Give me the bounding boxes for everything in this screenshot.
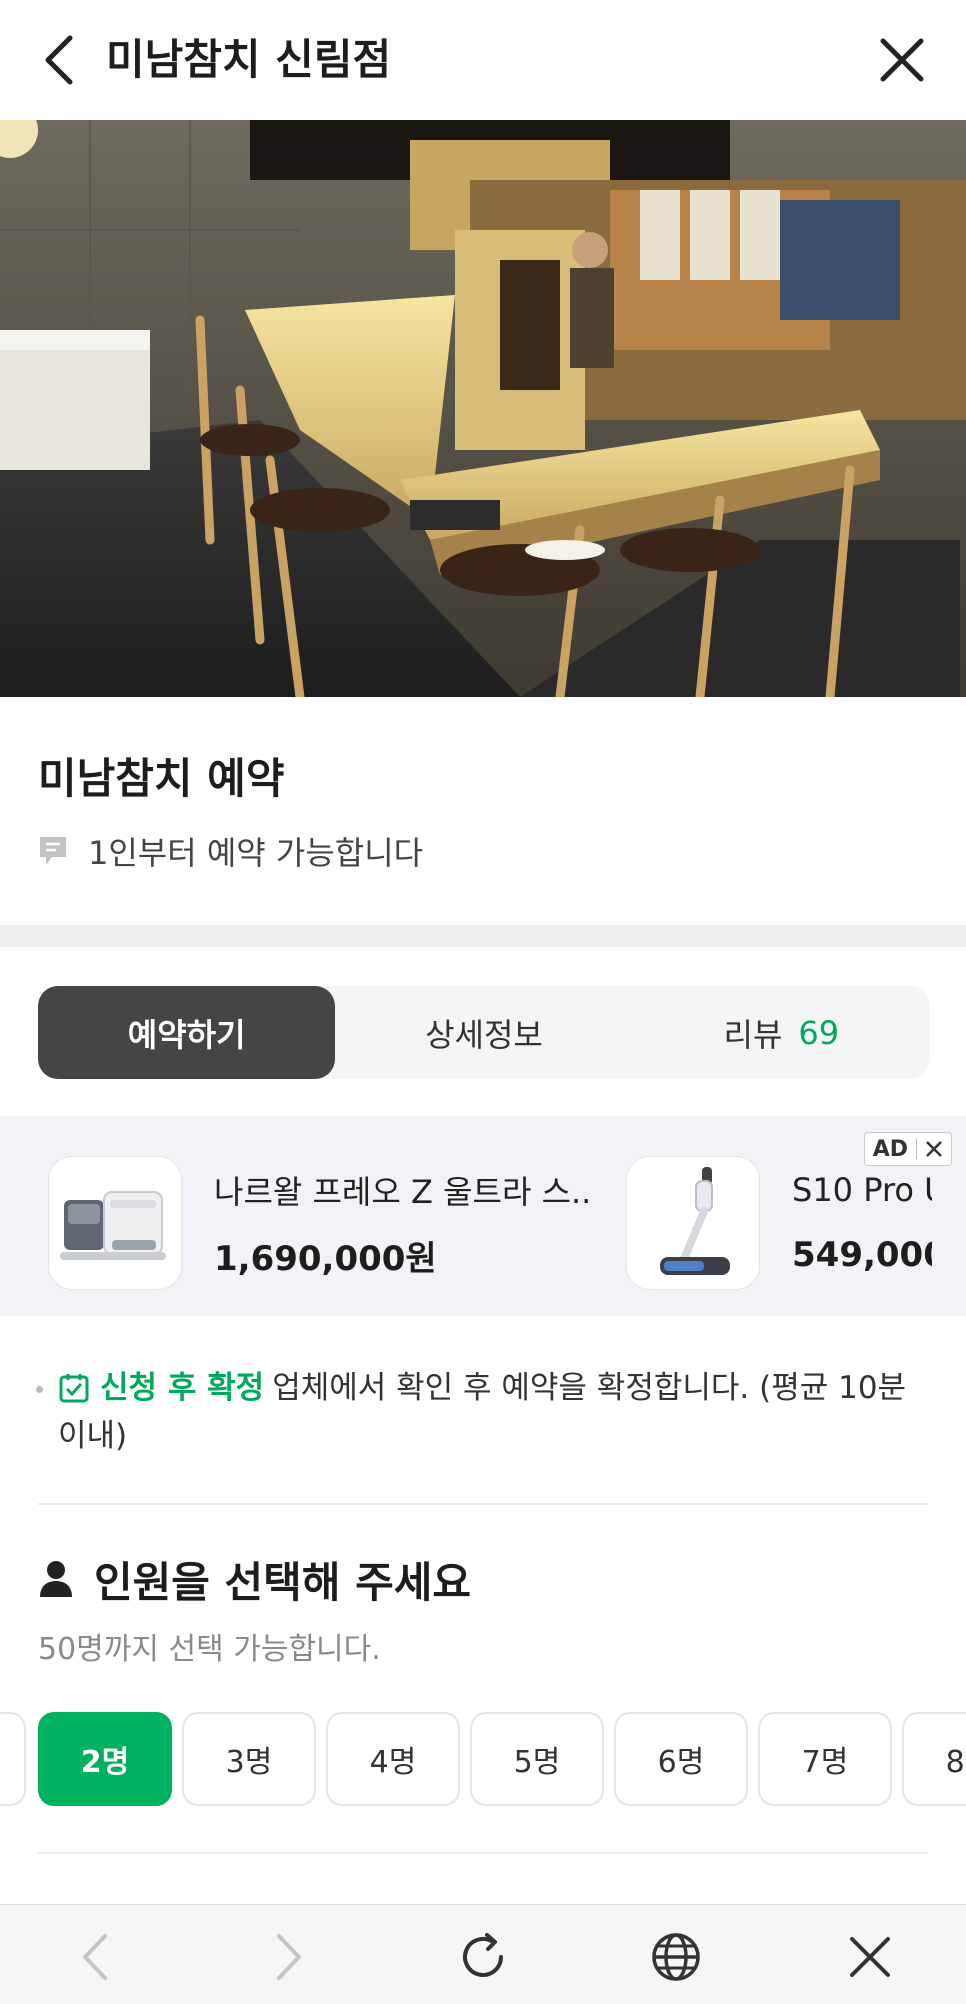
person-icon bbox=[40, 1561, 72, 1597]
calendar-check-icon bbox=[59, 1374, 89, 1403]
confirmation-notice: 신청 후 확정 업체에서 확인 후 예약을 확정합니다. (평균 10분 이내) bbox=[36, 1364, 928, 1460]
section-divider bbox=[0, 925, 966, 947]
ad-badge[interactable]: AD bbox=[863, 1132, 952, 1166]
option-label: 2명 bbox=[80, 1745, 130, 1780]
option-label: 5명 bbox=[513, 1745, 561, 1780]
ad-banner: 나르왈 프레오 Z 울트라 스... 1,690,000원 S10 Pro U … bbox=[0, 1116, 966, 1316]
reload-icon bbox=[463, 1933, 503, 1977]
ad-label: AD bbox=[872, 1136, 908, 1162]
ad-product-name: 나르왈 프레오 Z 울트라 스... bbox=[214, 1172, 594, 1211]
browser-back-button[interactable] bbox=[62, 1925, 126, 1989]
divider bbox=[38, 1852, 928, 1854]
browser-toolbar bbox=[0, 1904, 966, 2004]
robot-vacuum-icon bbox=[48, 1156, 182, 1290]
tab-label: 상세정보 bbox=[425, 1015, 543, 1054]
ad-product-price: 1,690,000원 bbox=[214, 1238, 437, 1279]
stick-vacuum-icon bbox=[626, 1156, 760, 1290]
confirm-type: 신청 후 확정 bbox=[100, 1370, 265, 1406]
ad-item[interactable]: S10 Pro U 549,000원 bbox=[626, 1156, 932, 1290]
ad-product-price: 549,000원 bbox=[792, 1234, 932, 1275]
bullet bbox=[36, 1386, 43, 1393]
ad-badge-separator bbox=[916, 1139, 917, 1159]
party-option[interactable]: 6명 bbox=[614, 1712, 748, 1806]
party-option[interactable]: 7명 bbox=[758, 1712, 892, 1806]
party-option-selected[interactable]: 2명 bbox=[38, 1712, 172, 1806]
browser-globe-button[interactable] bbox=[644, 1925, 708, 1989]
party-option[interactable]: 1명 bbox=[0, 1712, 26, 1806]
party-option[interactable]: 4명 bbox=[326, 1712, 460, 1806]
back-button[interactable] bbox=[34, 30, 82, 90]
browser-reload-button[interactable] bbox=[451, 1925, 515, 1989]
booking-note-text: 1인부터 예약 가능합니다 bbox=[88, 834, 424, 872]
option-label: 7명 bbox=[801, 1745, 849, 1780]
browser-forward-button[interactable] bbox=[258, 1925, 322, 1989]
tab-reviews[interactable]: 리뷰 69 bbox=[633, 986, 930, 1079]
ad-item[interactable]: 나르왈 프레오 Z 울트라 스... 1,690,000원 bbox=[48, 1156, 594, 1290]
option-label: 8명 bbox=[945, 1745, 966, 1780]
review-count: 69 bbox=[798, 1013, 840, 1052]
option-label: 6명 bbox=[657, 1745, 705, 1780]
close-icon bbox=[926, 1141, 942, 1157]
globe-icon bbox=[652, 1933, 700, 1981]
tab-label: 예약하기 bbox=[127, 1015, 246, 1054]
tab-label: 리뷰 bbox=[723, 1015, 783, 1054]
party-size-subtitle: 50명까지 선택 가능합니다. bbox=[38, 1632, 381, 1667]
tab-bar: 예약하기 상세정보 리뷰 69 bbox=[38, 986, 930, 1079]
close-icon bbox=[880, 38, 924, 82]
party-option[interactable]: 8명 bbox=[902, 1712, 966, 1806]
chevron-right-icon bbox=[277, 1934, 301, 1980]
party-option[interactable]: 5명 bbox=[470, 1712, 604, 1806]
shop-info: 미남참치 예약 1인부터 예약 가능합니다 bbox=[0, 697, 966, 925]
option-label: 3명 bbox=[225, 1745, 273, 1780]
browser-close-button[interactable] bbox=[838, 1925, 902, 1989]
page-title: 미남참치 신림점 bbox=[106, 35, 392, 84]
memo-icon bbox=[38, 835, 68, 867]
chevron-left-icon bbox=[45, 35, 73, 85]
restaurant-photo[interactable] bbox=[0, 120, 966, 697]
party-option[interactable]: 3명 bbox=[182, 1712, 316, 1806]
booking-note: 1인부터 예약 가능합니다 bbox=[38, 829, 423, 873]
party-size-title: 인원을 선택해 주세요 bbox=[94, 1557, 472, 1607]
close-icon bbox=[850, 1937, 890, 1977]
app-header: 미남참치 신림점 bbox=[0, 0, 966, 120]
divider bbox=[38, 1503, 928, 1505]
tab-reservation[interactable]: 예약하기 bbox=[38, 986, 336, 1079]
ad-product-name: S10 Pro U bbox=[792, 1170, 932, 1209]
party-size-header: 인원을 선택해 주세요 bbox=[38, 1548, 471, 1610]
close-button[interactable] bbox=[872, 30, 932, 90]
tab-details[interactable]: 상세정보 bbox=[335, 986, 632, 1079]
party-size-options: 1명 2명 3명 4명 5명 6명 7명 8명 bbox=[0, 1712, 966, 1808]
option-label: 4명 bbox=[369, 1745, 417, 1780]
shop-title: 미남참치 예약 bbox=[38, 754, 285, 803]
chevron-left-icon bbox=[83, 1934, 107, 1980]
